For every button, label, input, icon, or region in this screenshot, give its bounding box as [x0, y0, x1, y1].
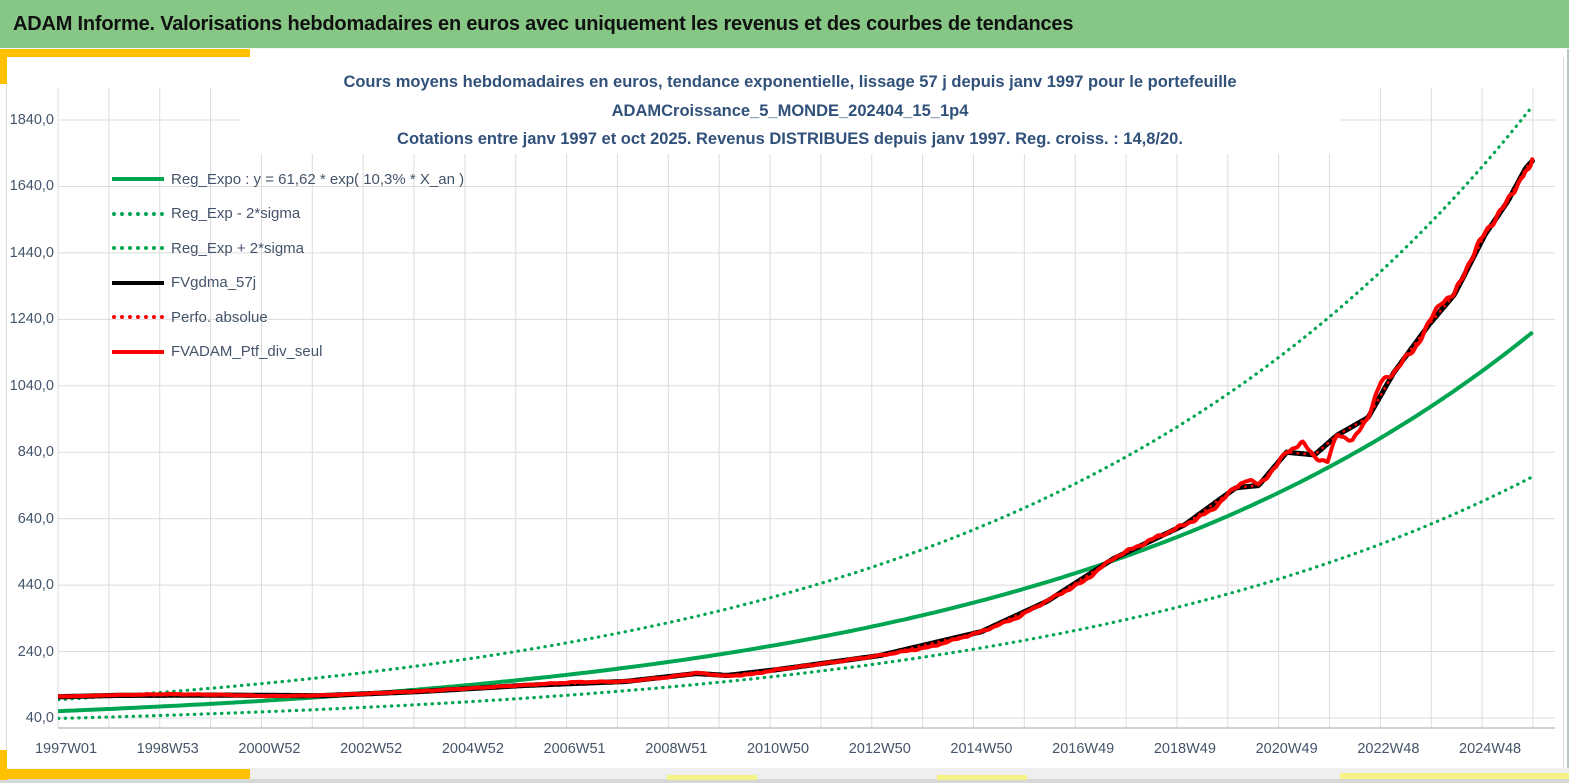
accent-top-left-strip: [0, 49, 7, 84]
y-axis-label: 1440,0: [9, 244, 54, 261]
chart-title-line-3: Cotations entre janv 1997 et oct 2025. R…: [397, 130, 1183, 148]
adam-report-page: { "header": { "title": "ADAM Informe. Va…: [0, 0, 1569, 783]
x-axis-label: 2018W49: [1153, 741, 1216, 757]
legend-item-2: Reg_Exp + 2*sigma: [112, 231, 464, 266]
legend-item-3: FVgdma_57j: [112, 266, 464, 301]
x-axis-label: 2012W50: [848, 741, 911, 757]
accent-bottom-left-bar: [0, 769, 250, 779]
legend-label: Reg_Exp - 2*sigma: [171, 205, 301, 223]
solid-line-swatch: [112, 280, 164, 285]
x-axis-label: 2002W52: [340, 741, 403, 757]
dotted-line-swatch: [112, 315, 164, 320]
legend-item-4: Perfo. absolue: [112, 300, 464, 335]
y-axis-label: 240,0: [17, 643, 54, 660]
legend-label: Reg_Exp + 2*sigma: [171, 239, 304, 257]
report-header: ADAM Informe. Valorisations hebdomadaire…: [0, 0, 1569, 49]
accent-top-left-bar: [3, 49, 250, 57]
y-axis-label: 1640,0: [9, 178, 54, 195]
dotted-line-swatch: [112, 211, 164, 216]
x-axis-label: 2016W49: [1052, 741, 1115, 757]
accent-bottom-right-segment: [1340, 773, 1569, 779]
y-axis-label: 1040,0: [9, 377, 54, 394]
x-axis-label: 2000W52: [238, 741, 301, 757]
accent-bottom-mid-segment-1: [667, 775, 757, 780]
accent-bottom-mid-segment-2: [937, 775, 1027, 780]
y-axis-label: 840,0: [17, 444, 54, 461]
chart-title-line-1: Cours moyens hebdomadaires en euros, ten…: [343, 73, 1237, 91]
y-axis-label: 640,0: [17, 510, 54, 527]
x-axis-label: 2022W48: [1357, 741, 1420, 757]
legend-item-5: FVADAM_Ptf_div_seul: [112, 335, 464, 370]
dotted-line-swatch: [112, 246, 164, 251]
solid-line-swatch: [112, 349, 164, 354]
x-axis-label: 2024W48: [1459, 741, 1522, 757]
y-axis-label: 1240,0: [9, 311, 54, 328]
legend-label: Perfo. absolue: [171, 308, 268, 326]
chart-legend: Reg_Expo : y = 61,62 * exp( 10,3% * X_an…: [112, 162, 464, 369]
x-axis-label: 1998W53: [136, 741, 199, 757]
y-axis-label: 440,0: [17, 577, 54, 594]
x-axis-label: 1997W01: [34, 741, 98, 757]
x-axis-label: 2004W52: [441, 741, 504, 757]
x-axis-label: 2020W49: [1255, 741, 1318, 757]
y-axis-label: 1840,0: [9, 112, 54, 128]
legend-item-0: Reg_Expo : y = 61,62 * exp( 10,3% * X_an…: [112, 162, 464, 197]
x-axis-label: 2014W50: [950, 741, 1013, 757]
legend-label: FVADAM_Ptf_div_seul: [171, 343, 323, 361]
solid-line-swatch: [112, 177, 164, 182]
x-axis-label: 2008W51: [645, 741, 708, 757]
legend-label: FVgdma_57j: [171, 274, 257, 292]
accent-bottom-left-strip: [0, 750, 7, 780]
chart-title-line-2: ADAMCroissance_5_MONDE_202404_15_1p4: [611, 101, 969, 120]
x-axis-label: 2006W51: [543, 741, 606, 757]
legend-item-1: Reg_Exp - 2*sigma: [112, 197, 464, 232]
y-axis-label: 40,0: [25, 710, 54, 726]
x-axis-label: 2010W50: [746, 741, 810, 757]
report-title: ADAM Informe. Valorisations hebdomadaire…: [13, 12, 1074, 35]
chart-title: Cours moyens hebdomadaires en euros, ten…: [240, 68, 1340, 154]
legend-label: Reg_Expo : y = 61,62 * exp( 10,3% * X_an…: [171, 170, 465, 188]
